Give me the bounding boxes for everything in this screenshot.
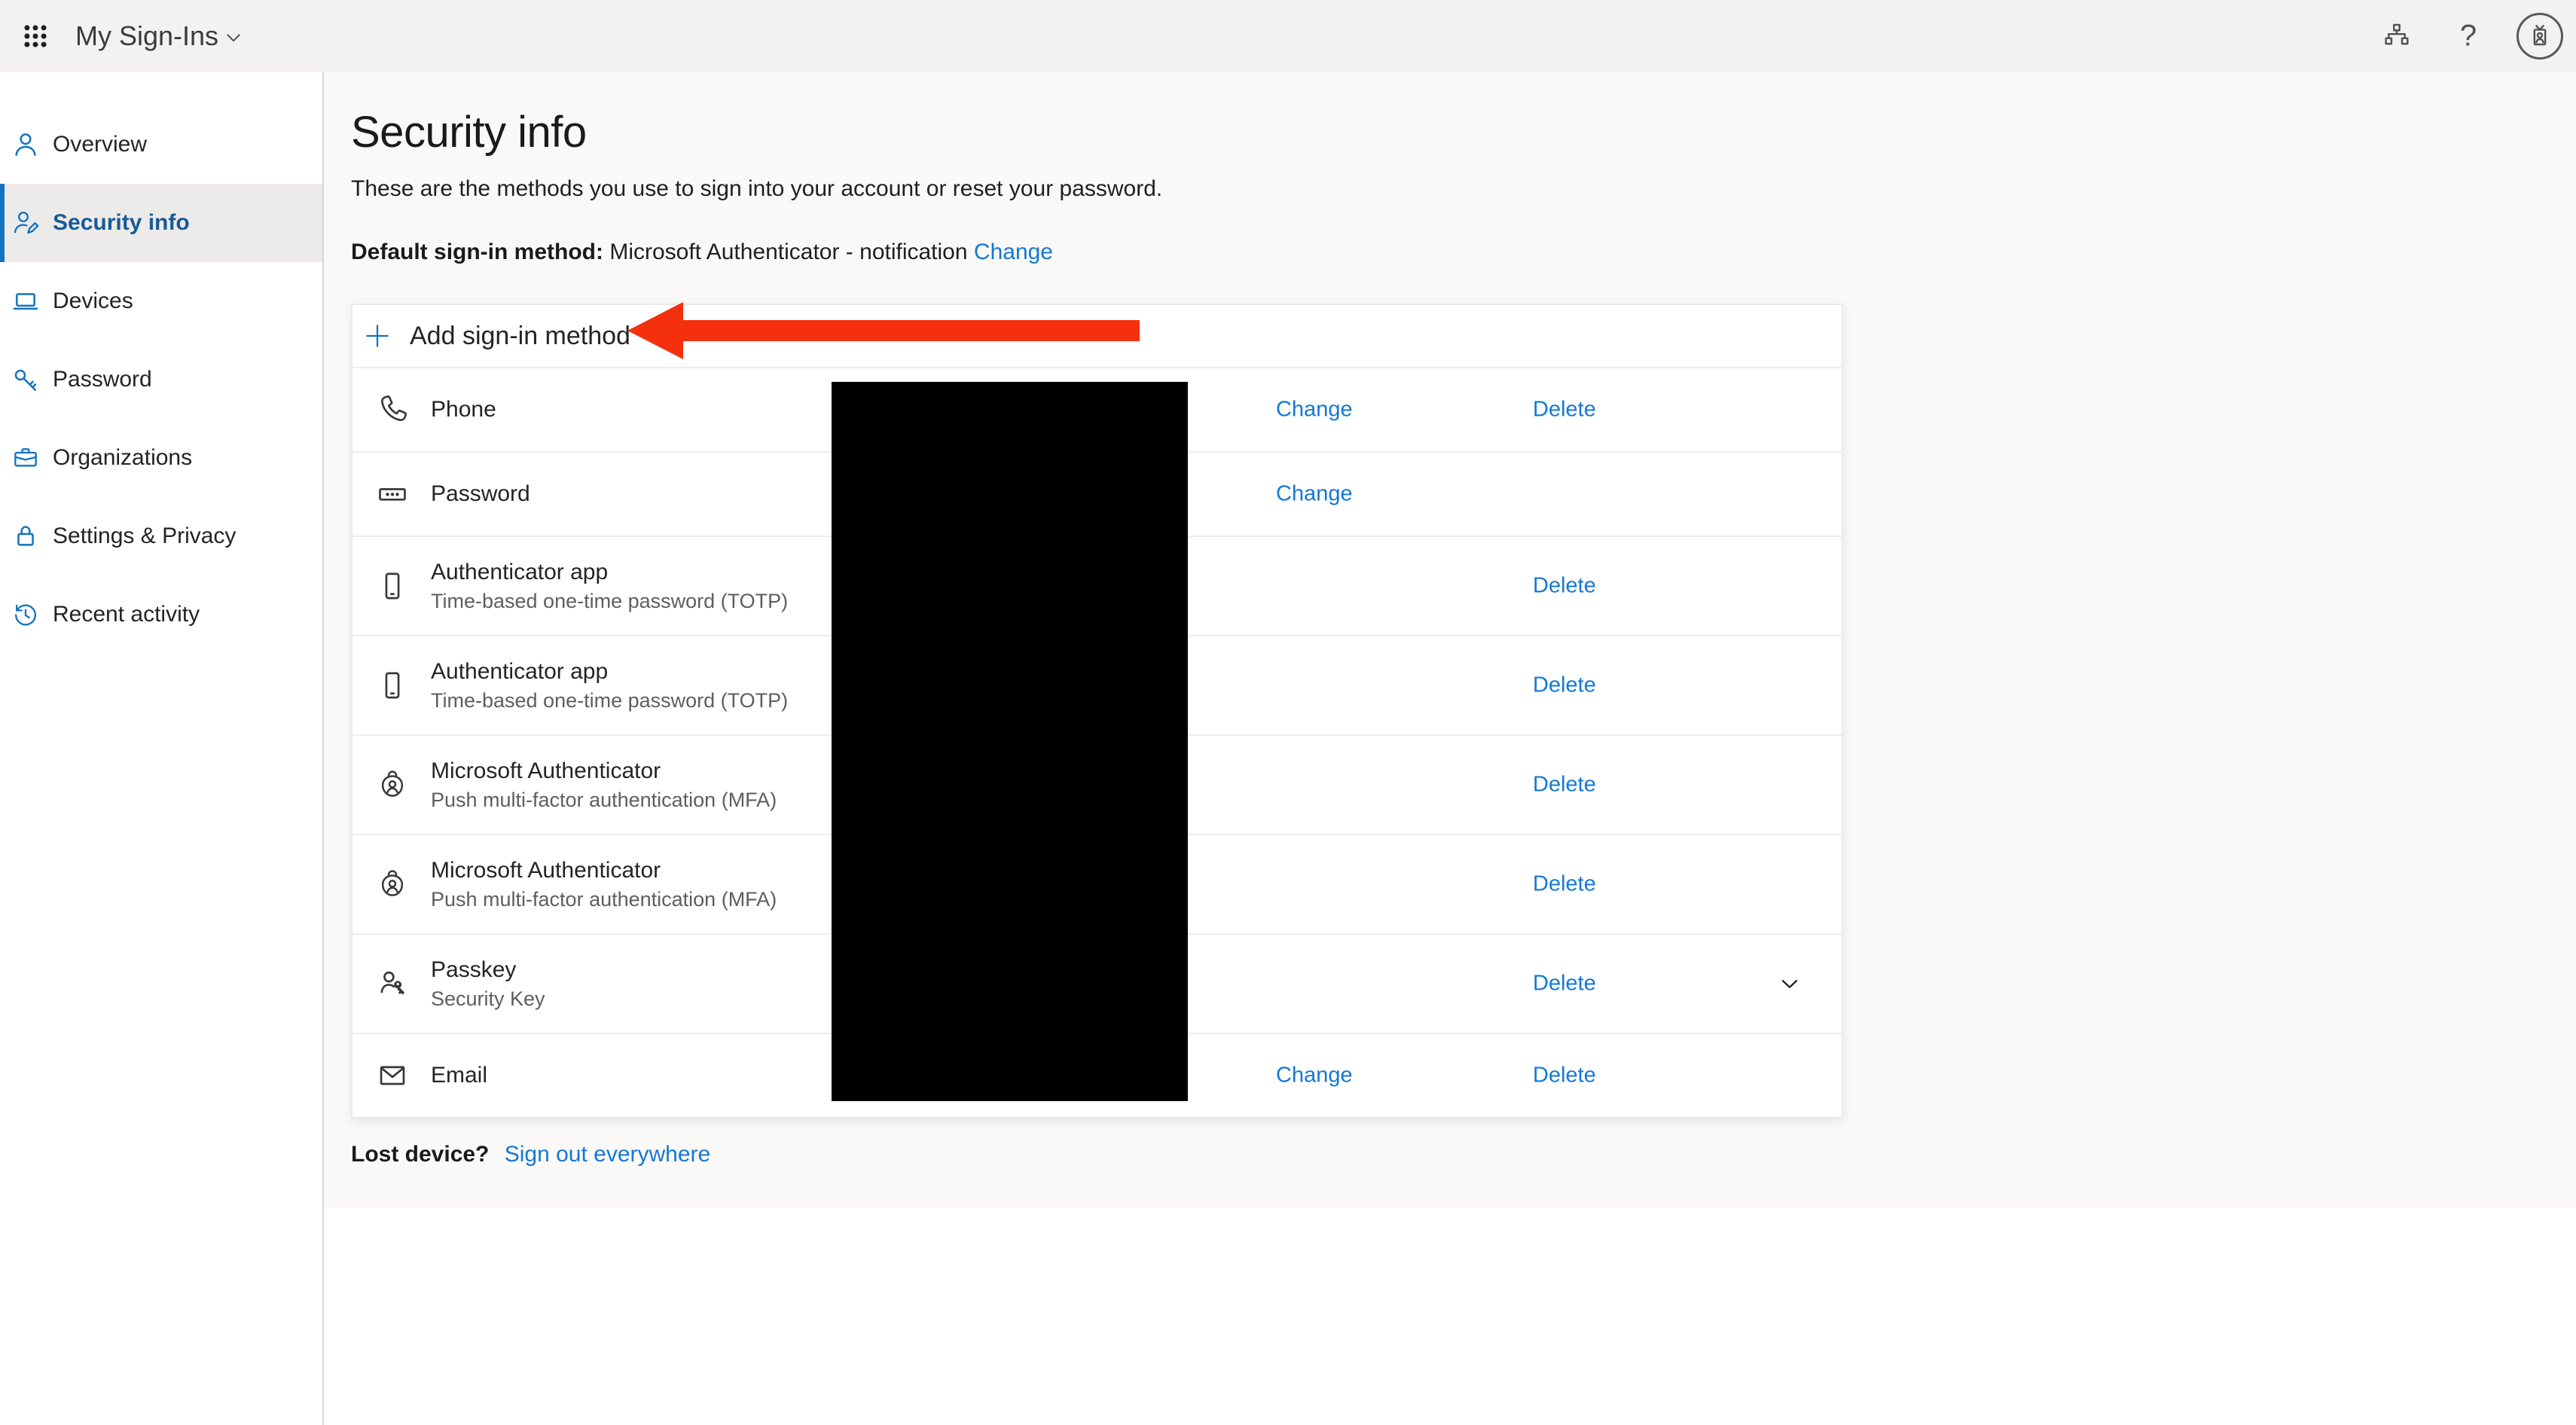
method-detail: Push multi-factor authentication (MFA) [431, 886, 777, 913]
smartphone-icon [375, 569, 410, 603]
method-labels: PasskeySecurity Key [431, 955, 545, 1012]
method-name: Phone [431, 395, 496, 425]
lost-device-label: Lost device? [351, 1142, 489, 1167]
method-name: Email [431, 1060, 487, 1091]
default-signin-line: Default sign-in method: Microsoft Authen… [351, 240, 1053, 265]
method-detail: Time-based one-time password (TOTP) [431, 687, 788, 714]
sidebar-item-label: Organizations [53, 445, 192, 471]
laptop-icon [11, 286, 41, 316]
account-badge-icon[interactable] [2516, 13, 2563, 60]
annotation-arrow-shaft [682, 320, 1140, 341]
smartphone-icon [375, 668, 410, 703]
email-icon [375, 1058, 410, 1093]
top-header: My Sign-Ins ? [0, 0, 2576, 72]
chevron-down-icon[interactable] [1776, 970, 1803, 997]
method-labels: Authenticator appTime-based one-time pas… [431, 557, 788, 615]
key-icon [11, 365, 41, 395]
sidebar-item-label: Devices [53, 288, 133, 314]
method-name: Passkey [431, 955, 545, 985]
signin-methods-card: Add sign-in method Phone Change Delete Pass… [351, 304, 1843, 1118]
method-name: Password [431, 479, 530, 509]
chevron-down-icon[interactable] [223, 27, 244, 48]
passkey-icon [375, 966, 410, 1001]
sidebar-item-label: Security info [53, 210, 190, 236]
person-icon [11, 130, 41, 160]
method-labels: Email [431, 1060, 487, 1091]
default-change-link[interactable]: Change [974, 240, 1053, 264]
help-icon[interactable]: ? [2460, 20, 2477, 53]
method-labels: Authenticator appTime-based one-time pas… [431, 657, 788, 714]
authenticator-lock-icon [375, 867, 410, 902]
method-labels: Microsoft AuthenticatorPush multi-factor… [431, 856, 777, 913]
delete-link[interactable]: Delete [1533, 673, 1596, 698]
app-launcher-icon[interactable] [21, 22, 50, 50]
sidebar: Overview Security info Devices Password Orga… [0, 72, 324, 1425]
briefcase-icon [11, 443, 41, 473]
plus-icon [362, 320, 393, 352]
change-link[interactable]: Change [1276, 1063, 1353, 1088]
delete-link[interactable]: Delete [1533, 398, 1596, 423]
phone-icon [375, 392, 410, 427]
lock-icon [11, 521, 41, 551]
sidebar-item-label: Password [53, 367, 152, 392]
sidebar-item-security-info[interactable]: Security info [0, 184, 322, 262]
sidebar-item-label: Overview [53, 132, 147, 157]
delete-link[interactable]: Delete [1533, 1063, 1596, 1088]
method-labels: Phone [431, 395, 496, 425]
method-name: Microsoft Authenticator [431, 756, 777, 786]
org-chart-icon[interactable] [2381, 20, 2413, 52]
main-content: Security info These are the methods you … [324, 72, 2576, 1207]
sidebar-item-organizations[interactable]: Organizations [0, 419, 322, 497]
delete-link[interactable]: Delete [1533, 872, 1596, 897]
method-labels: Password [431, 479, 530, 509]
sidebar-item-devices[interactable]: Devices [0, 262, 322, 340]
lost-device-line: Lost device? Sign out everywhere [351, 1142, 710, 1167]
sidebar-item-recent-activity[interactable]: Recent activity [0, 575, 322, 654]
page-title: Security info [351, 107, 587, 157]
default-signin-label: Default sign-in method: [351, 240, 603, 264]
password-icon [375, 477, 410, 511]
method-labels: Microsoft AuthenticatorPush multi-factor… [431, 756, 777, 813]
method-detail: Security Key [431, 985, 545, 1012]
sign-out-everywhere-link[interactable]: Sign out everywhere [505, 1142, 711, 1167]
method-name: Authenticator app [431, 557, 788, 587]
change-link[interactable]: Change [1276, 398, 1353, 423]
change-link[interactable]: Change [1276, 482, 1353, 507]
delete-link[interactable]: Delete [1533, 574, 1596, 599]
delete-link[interactable]: Delete [1533, 773, 1596, 798]
sidebar-item-label: Settings & Privacy [53, 523, 236, 549]
method-name: Microsoft Authenticator [431, 856, 777, 886]
sidebar-item-overview[interactable]: Overview [0, 105, 322, 184]
sidebar-item-label: Recent activity [53, 602, 200, 627]
method-detail: Time-based one-time password (TOTP) [431, 587, 788, 615]
authenticator-lock-icon [375, 767, 410, 802]
default-signin-value: Microsoft Authenticator - notification [609, 240, 967, 264]
app-title[interactable]: My Sign-Ins [75, 20, 218, 52]
annotation-arrow-head [627, 302, 683, 359]
add-signin-method-label: Add sign-in method [410, 322, 630, 351]
method-detail: Push multi-factor authentication (MFA) [431, 786, 777, 813]
person-edit-icon [11, 208, 41, 238]
sidebar-item-password[interactable]: Password [0, 340, 322, 419]
sidebar-item-settings-privacy[interactable]: Settings & Privacy [0, 497, 322, 575]
method-name: Authenticator app [431, 657, 788, 687]
delete-link[interactable]: Delete [1533, 972, 1596, 996]
page-description: These are the methods you use to sign in… [351, 176, 1162, 202]
redaction-box [832, 382, 1188, 1101]
history-icon [11, 600, 41, 630]
